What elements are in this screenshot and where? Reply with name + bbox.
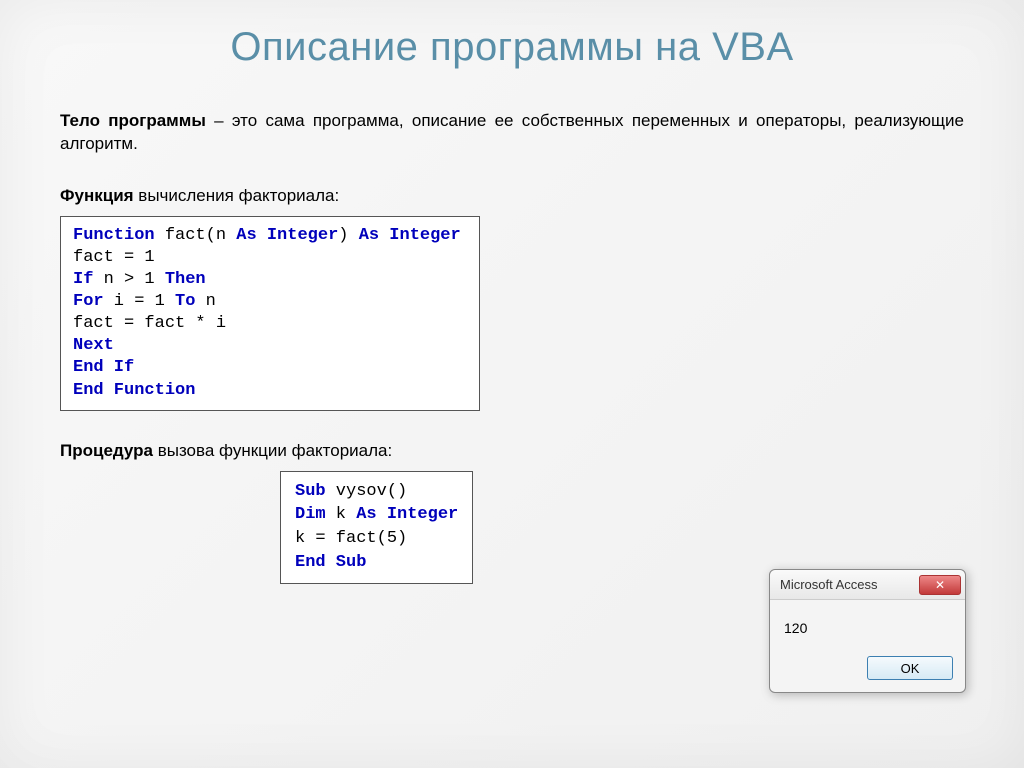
code-procedure: Sub vysov() Dim k As Integer k = fact(5)…: [280, 471, 473, 584]
slide: Описание программы на VBA Тело программы…: [0, 0, 1024, 768]
procedure-label: Процедура вызова функции факториала:: [60, 441, 964, 461]
dialog-footer: OK: [770, 648, 965, 692]
msgbox-dialog: Microsoft Access ✕ 120 OK: [769, 569, 966, 693]
ok-button[interactable]: OK: [867, 656, 953, 680]
dialog-title: Microsoft Access: [780, 577, 878, 592]
close-button[interactable]: ✕: [919, 575, 961, 595]
function-label: Функция вычисления факториала:: [60, 186, 964, 206]
dialog-titlebar: Microsoft Access ✕: [770, 570, 965, 600]
dialog-value: 120: [784, 620, 807, 636]
function-label-rest: вычисления факториала:: [134, 186, 340, 205]
code-function: Function fact(n As Integer) As Integer f…: [60, 216, 480, 411]
body-text: Тело программы – это сама программа, опи…: [60, 110, 964, 156]
dialog-body: 120: [770, 600, 965, 648]
function-label-bold: Функция: [60, 186, 134, 205]
procedure-label-rest: вызова функции факториала:: [153, 441, 392, 460]
close-icon: ✕: [935, 578, 945, 592]
slide-title: Описание программы на VBA: [60, 25, 964, 70]
body-bold: Тело программы: [60, 111, 206, 130]
procedure-label-bold: Процедура: [60, 441, 153, 460]
